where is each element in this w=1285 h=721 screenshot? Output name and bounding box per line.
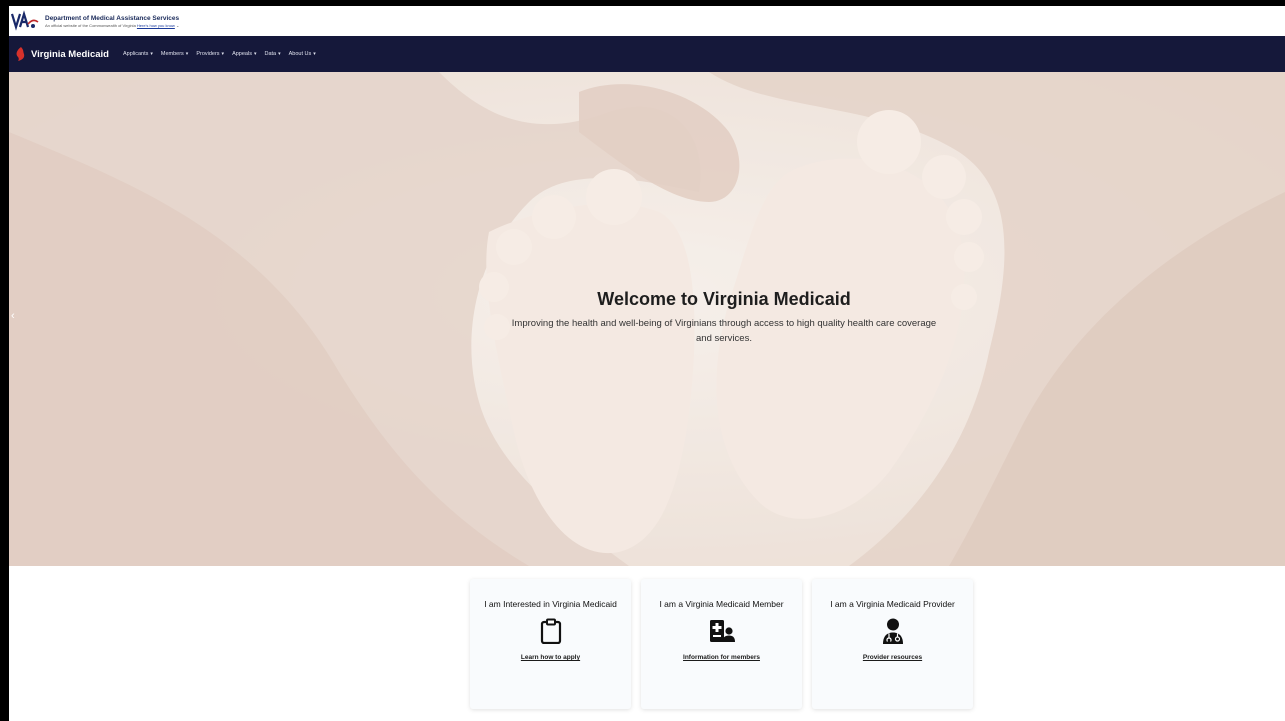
card-title: I am a Virginia Medicaid Member xyxy=(659,599,784,609)
member-card-icon xyxy=(709,620,735,642)
brand-home-link[interactable]: Virginia Medicaid xyxy=(15,47,109,61)
nav-applicants[interactable]: Applicants ▾ xyxy=(123,51,153,57)
nav-data[interactable]: Data ▾ xyxy=(264,51,280,57)
page-frame: Department of Medical Assistance Service… xyxy=(0,0,1285,721)
caret-down-icon: ▾ xyxy=(278,51,281,57)
government-banner: Department of Medical Assistance Service… xyxy=(9,6,1285,36)
provider-card[interactable]: I am a Virginia Medicaid Provider Provid… xyxy=(812,579,973,709)
main-navigation: Virginia Medicaid Applicants ▾ Members ▾ P… xyxy=(9,36,1285,72)
nav-about-us[interactable]: About Us ▾ xyxy=(289,51,316,57)
hero-caption: Welcome to Virginia Medicaid Improving t… xyxy=(509,289,939,346)
caret-down-icon: ▾ xyxy=(253,51,257,57)
nav-label: Applicants xyxy=(122,51,149,57)
applicant-card[interactable]: I am Interested in Virginia Medicaid Lea… xyxy=(470,579,631,709)
official-site-text: An official website of the Commonwealth … xyxy=(45,22,136,28)
hero-description: Improving the health and well-being of V… xyxy=(511,318,937,344)
nav-appeals[interactable]: Appeals ▾ xyxy=(232,51,256,57)
heres-how-you-know-link[interactable]: Here's how you know xyxy=(137,23,175,28)
nav-label: Members xyxy=(160,51,184,57)
hero-title: Welcome to Virginia Medicaid xyxy=(597,289,851,309)
virginia-state-icon xyxy=(16,47,25,61)
information-for-members-link[interactable]: Information for members xyxy=(641,654,802,661)
nav-label: About Us xyxy=(288,51,312,57)
carousel-prev-icon[interactable]: ‹ xyxy=(11,310,19,324)
nav-label: Data xyxy=(264,51,277,57)
chevron-down-icon[interactable]: ⌄ xyxy=(176,23,179,28)
card-title: I am Interested in Virginia Medicaid xyxy=(484,599,617,609)
dmas-logo[interactable] xyxy=(11,10,39,32)
official-site-notice: An official website of the Commonwealth … xyxy=(45,23,179,29)
hero-carousel: ‹ Welcome to Virginia Medicaid Improving… xyxy=(9,72,1285,566)
card-title: I am a Virginia Medicaid Provider xyxy=(830,599,955,609)
nav-label: Appeals xyxy=(232,51,252,57)
agency-name: Department of Medical Assistance Service… xyxy=(45,14,180,22)
nav-providers[interactable]: Providers ▾ xyxy=(196,51,224,57)
learn-how-to-apply-link[interactable]: Learn how to apply xyxy=(470,654,631,661)
nav-label: Providers xyxy=(196,51,220,57)
caret-down-icon: ▾ xyxy=(150,51,153,57)
clipboard-icon xyxy=(540,618,561,644)
provider-resources-link[interactable]: Provider resources xyxy=(812,654,973,661)
nav-members[interactable]: Members ▾ xyxy=(161,51,188,57)
caret-down-icon: ▾ xyxy=(185,51,189,57)
brand-name: Virginia Medicaid xyxy=(31,48,109,60)
member-card[interactable]: I am a Virginia Medicaid Member Informat… xyxy=(641,579,802,709)
doctor-icon xyxy=(882,618,903,644)
caret-down-icon: ▾ xyxy=(313,51,316,57)
caret-down-icon: ▾ xyxy=(221,51,225,57)
